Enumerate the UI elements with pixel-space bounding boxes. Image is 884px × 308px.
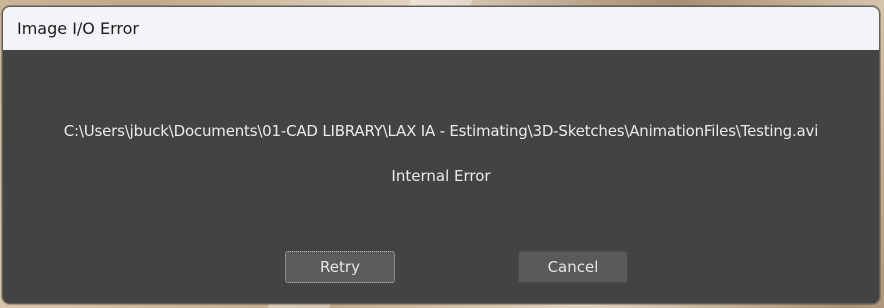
dialog-title: Image I/O Error	[17, 19, 139, 38]
error-message: Internal Error	[391, 167, 491, 185]
error-dialog: Image I/O Error C:\Users\jbuck\Documents…	[2, 6, 880, 304]
cancel-button[interactable]: Cancel	[518, 251, 628, 283]
dialog-titlebar[interactable]: Image I/O Error	[3, 7, 879, 50]
dialog-content: C:\Users\jbuck\Documents\01-CAD LIBRARY\…	[3, 50, 879, 303]
retry-button[interactable]: Retry	[285, 251, 395, 283]
file-path-text: C:\Users\jbuck\Documents\01-CAD LIBRARY\…	[63, 122, 819, 140]
